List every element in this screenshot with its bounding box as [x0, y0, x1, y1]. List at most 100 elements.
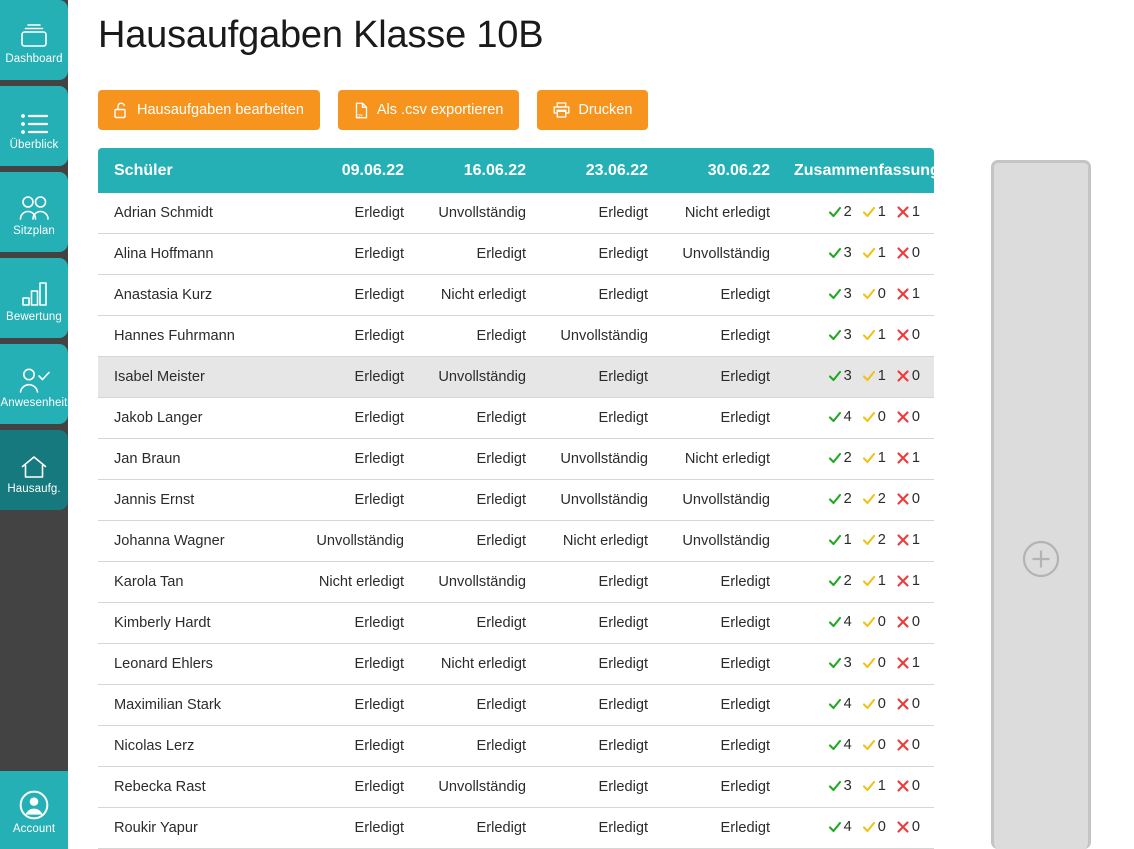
table-row[interactable]: Rebecka Rast Erledigt Unvollständig Erledig… — [98, 767, 934, 808]
homework-status-cell[interactable]: Erledigt — [294, 644, 416, 685]
homework-status-cell[interactable]: Erledigt — [294, 685, 416, 726]
sidebar-item-hausaufg[interactable]: Hausaufg. — [0, 430, 68, 510]
homework-status-cell[interactable]: Erledigt — [538, 767, 660, 808]
homework-status-cell[interactable]: Erledigt — [294, 767, 416, 808]
homework-status-cell[interactable]: Erledigt — [538, 193, 660, 234]
homework-status-cell[interactable]: Nicht erledigt — [660, 439, 782, 480]
table-row[interactable]: Jan Braun Erledigt Erledigt Unvollständig Ni… — [98, 439, 934, 480]
homework-status-cell[interactable]: Erledigt — [294, 398, 416, 439]
homework-status-cell[interactable]: Erledigt — [538, 398, 660, 439]
partial-count: 2 — [877, 490, 886, 507]
sidebar-item-account[interactable]: Account — [0, 771, 68, 849]
homework-status-cell[interactable]: Unvollständig — [538, 439, 660, 480]
homework-status-cell[interactable]: Unvollständig — [660, 521, 782, 562]
homework-status-cell[interactable]: Erledigt — [294, 193, 416, 234]
table-row[interactable]: Alina Hoffmann Erledigt Erledigt Erledigt Un… — [98, 234, 934, 275]
table-row[interactable]: Kimberly Hardt Erledigt Erledigt Erledigt Er… — [98, 603, 934, 644]
column-header[interactable]: 16.06.22 — [416, 148, 538, 193]
homework-status-cell[interactable]: Erledigt — [538, 275, 660, 316]
table-row[interactable]: Anastasia Kurz Erledigt Nicht erledigt Erle… — [98, 275, 934, 316]
homework-status-cell[interactable]: Erledigt — [660, 726, 782, 767]
column-header[interactable]: 30.06.22 — [660, 148, 782, 193]
homework-status-cell[interactable]: Erledigt — [660, 767, 782, 808]
table-row[interactable]: Isabel Meister Erledigt Unvollständig Erled… — [98, 357, 934, 398]
homework-status-cell[interactable]: Erledigt — [416, 439, 538, 480]
homework-status-cell[interactable]: Unvollständig — [660, 480, 782, 521]
homework-status-cell[interactable]: Unvollständig — [416, 193, 538, 234]
homework-status-cell[interactable]: Unvollständig — [660, 234, 782, 275]
column-header[interactable]: Schüler — [98, 148, 294, 193]
table-row[interactable]: Maximilian Stark Erledigt Erledigt Erledigt… — [98, 685, 934, 726]
table-row[interactable]: Jakob Langer Erledigt Erledigt Erledigt Erle… — [98, 398, 934, 439]
table-row[interactable]: Jannis Ernst Erledigt Erledigt Unvollständi… — [98, 480, 934, 521]
homework-status-cell[interactable]: Erledigt — [294, 480, 416, 521]
homework-status-cell[interactable]: Erledigt — [538, 357, 660, 398]
homework-status-cell[interactable]: Erledigt — [294, 316, 416, 357]
homework-status-cell[interactable]: Erledigt — [416, 316, 538, 357]
table-row[interactable]: Karola Tan Nicht erledigt Unvollständig Erl… — [98, 562, 934, 603]
homework-status-cell[interactable]: Erledigt — [294, 726, 416, 767]
homework-status-cell[interactable]: Erledigt — [294, 603, 416, 644]
homework-status-cell[interactable]: Erledigt — [660, 603, 782, 644]
edit-homework-button[interactable]: Hausaufgaben bearbeiten — [98, 90, 320, 130]
homework-status-cell[interactable]: Nicht erledigt — [660, 193, 782, 234]
sidebar-item-dashboard[interactable]: Dashboard — [0, 0, 68, 80]
homework-status-cell[interactable]: Erledigt — [538, 562, 660, 603]
table-row[interactable]: Roukir Yapur Erledigt Erledigt Erledigt Erle… — [98, 808, 934, 849]
sidebar-item-berblick[interactable]: Überblick — [0, 86, 68, 166]
table-row[interactable]: Nicolas Lerz Erledigt Erledigt Erledigt Erle… — [98, 726, 934, 767]
homework-status-cell[interactable]: Nicht erledigt — [416, 644, 538, 685]
add-column-panel[interactable] — [991, 160, 1091, 849]
table-row[interactable]: Adrian Schmidt Erledigt Unvollständig Erled… — [98, 193, 934, 234]
homework-status-cell[interactable]: Erledigt — [294, 439, 416, 480]
column-header[interactable]: Zusammenfassung — [782, 148, 940, 193]
homework-status-cell[interactable]: Erledigt — [416, 480, 538, 521]
student-name-cell: Leonard Ehlers — [98, 644, 294, 685]
homework-status-cell[interactable]: Nicht erledigt — [294, 562, 416, 603]
table-row[interactable]: Hannes Fuhrmann Erledigt Erledigt Unvollstä… — [98, 316, 934, 357]
homework-status-cell[interactable]: Erledigt — [416, 398, 538, 439]
homework-status-cell[interactable]: Erledigt — [538, 808, 660, 849]
homework-status-cell[interactable]: Erledigt — [538, 685, 660, 726]
homework-status-cell[interactable]: Erledigt — [294, 357, 416, 398]
homework-status-cell[interactable]: Erledigt — [294, 234, 416, 275]
homework-status-cell[interactable]: Erledigt — [538, 234, 660, 275]
sidebar-item-bewertung[interactable]: Bewertung — [0, 258, 68, 338]
homework-status-cell[interactable]: Erledigt — [660, 562, 782, 603]
sidebar-item-sitzplan[interactable]: Sitzplan — [0, 172, 68, 252]
homework-status-cell[interactable]: Erledigt — [660, 275, 782, 316]
homework-status-cell[interactable]: Erledigt — [416, 726, 538, 767]
homework-status-cell[interactable]: Erledigt — [660, 357, 782, 398]
homework-status-cell[interactable]: Erledigt — [416, 234, 538, 275]
homework-status-cell[interactable]: Erledigt — [538, 644, 660, 685]
table-row[interactable]: Leonard Ehlers Erledigt Nicht erledigt Erle… — [98, 644, 934, 685]
homework-status-cell[interactable]: Erledigt — [416, 521, 538, 562]
column-header[interactable]: 09.06.22 — [294, 148, 416, 193]
sidebar-item-anwesenheit[interactable]: Anwesenheit — [0, 344, 68, 424]
print-button[interactable]: Drucken — [537, 90, 649, 130]
homework-status-cell[interactable]: Erledigt — [660, 398, 782, 439]
homework-status-cell[interactable]: Erledigt — [660, 316, 782, 357]
homework-status-cell[interactable]: Erledigt — [660, 685, 782, 726]
homework-status-cell[interactable]: Erledigt — [416, 603, 538, 644]
homework-status-cell[interactable]: Erledigt — [294, 808, 416, 849]
export-csv-button[interactable]: csv Als .csv exportieren — [337, 90, 520, 130]
homework-status-cell[interactable]: Erledigt — [660, 644, 782, 685]
homework-status-cell[interactable]: Unvollständig — [538, 316, 660, 357]
homework-status-cell[interactable]: Erledigt — [294, 275, 416, 316]
homework-status-cell[interactable]: Unvollständig — [416, 562, 538, 603]
column-header[interactable]: 23.06.22 — [538, 148, 660, 193]
homework-status-cell[interactable]: Erledigt — [416, 808, 538, 849]
homework-status-cell[interactable]: Erledigt — [660, 808, 782, 849]
homework-status-cell[interactable]: Erledigt — [416, 685, 538, 726]
homework-status-cell[interactable]: Unvollständig — [416, 767, 538, 808]
table-row[interactable]: Johanna Wagner Unvollständig Erledigt Nicht… — [98, 521, 934, 562]
homework-status-cell[interactable]: Unvollständig — [294, 521, 416, 562]
homework-status-cell[interactable]: Nicht erledigt — [538, 521, 660, 562]
homework-status-cell[interactable]: Nicht erledigt — [416, 275, 538, 316]
homework-status-cell[interactable]: Unvollständig — [538, 480, 660, 521]
homework-status-cell[interactable]: Erledigt — [538, 603, 660, 644]
homework-status-cell[interactable]: Erledigt — [538, 726, 660, 767]
homework-status-cell[interactable]: Unvollständig — [416, 357, 538, 398]
plus-circle-icon[interactable] — [1018, 536, 1064, 582]
